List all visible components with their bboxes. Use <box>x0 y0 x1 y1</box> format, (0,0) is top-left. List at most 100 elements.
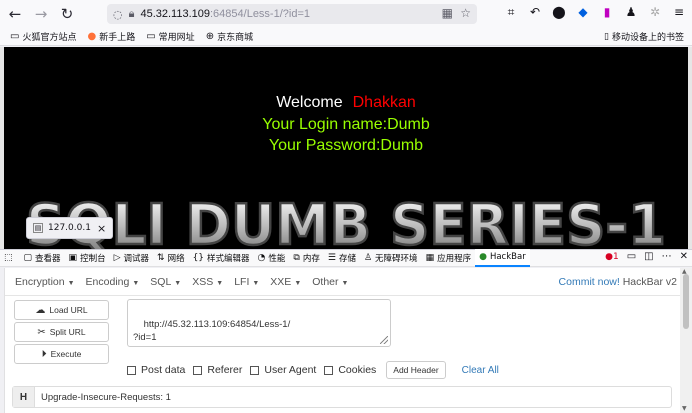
close-icon[interactable]: × <box>97 222 106 235</box>
menu-encryption[interactable]: Encryption ▼ <box>15 276 75 288</box>
post-data-checkbox[interactable]: Post data <box>127 364 185 376</box>
play-circle-icon: ⏵ <box>41 348 47 360</box>
tab-storage[interactable]: ☰ 存储 <box>324 249 360 267</box>
commit-link[interactable]: Commit now! <box>559 276 620 288</box>
responsive-design-icon[interactable]: ▭ <box>627 251 636 262</box>
pick-element-button[interactable]: ⬚ <box>0 249 20 267</box>
menu-xxe[interactable]: XXE ▼ <box>270 276 301 288</box>
header-value[interactable]: Upgrade-Insecure-Requests: 1 <box>35 392 171 403</box>
scroll-thumb[interactable] <box>683 274 689 329</box>
scissors-icon: ✂ <box>37 326 46 338</box>
user-agent-checkbox[interactable]: User Agent <box>250 364 316 376</box>
console-icon: ▣ <box>68 253 78 263</box>
login-name-text: Your Login name:Dumb <box>262 116 430 133</box>
bookmark-label: 新手上路 <box>99 33 136 43</box>
menu-icon[interactable]: ≡ <box>672 4 686 20</box>
checkbox-box[interactable] <box>127 365 136 375</box>
menu-lfi[interactable]: LFI ▼ <box>234 276 259 288</box>
menu-label: Encryption <box>15 275 65 288</box>
bookmark-item[interactable]: ▭ 火狐官方站点 <box>10 30 76 43</box>
load-url-button[interactable]: ☁ Load URL <box>14 300 109 320</box>
checkbox-box[interactable] <box>324 365 334 375</box>
welcome-name: Dhakkan <box>352 94 416 111</box>
tab-label: 样式编辑器 <box>207 254 250 264</box>
add-header-button[interactable]: Add Header <box>386 361 446 379</box>
request-header-row[interactable]: H Upgrade-Insecure-Requests: 1 <box>12 386 672 408</box>
menu-sql[interactable]: SQL ▼ <box>150 276 181 288</box>
caret-down-icon: ▼ <box>216 279 224 287</box>
tab-performance[interactable]: ◔ 性能 <box>254 249 290 267</box>
hackbar-options: Post data Referer User Agent Cookies Add… <box>127 361 499 379</box>
button-label: Load URL <box>49 305 88 315</box>
tab-label: 调试器 <box>123 254 150 264</box>
execute-button[interactable]: ⏵ Execute <box>14 344 109 364</box>
storage-icon: ☰ <box>327 253 336 263</box>
qr-code-icon[interactable]: ▦ <box>442 6 453 20</box>
checkbox-box[interactable] <box>250 365 260 375</box>
error-icon: ● <box>605 251 613 262</box>
hackbar-icon: ● <box>479 252 487 262</box>
url-bar[interactable]: ◌ 🔒︎ 45.32.113.109:64854/Less-1/?id=1 ▦ … <box>107 4 477 24</box>
puzzle-icon[interactable]: ✲ <box>648 4 662 20</box>
undo-icon[interactable]: ↶ <box>528 4 542 20</box>
button-label: Split URL <box>49 327 86 337</box>
bookmark-item[interactable]: ⊕ 京东商城 <box>206 30 253 43</box>
tab-hackbar[interactable]: ● HackBar <box>475 249 530 267</box>
extension-icon[interactable]: ⌗ <box>504 4 518 20</box>
back-arrow-icon[interactable]: ← <box>4 3 26 25</box>
menu-encoding[interactable]: Encoding ▼ <box>86 276 140 288</box>
tab-accessibility[interactable]: ♙ 无障碍环境 <box>360 249 422 267</box>
tab-inspector[interactable]: ▢ 查看器 <box>20 249 65 267</box>
caret-down-icon: ▼ <box>341 279 349 287</box>
user-icon[interactable]: ♟ <box>624 4 638 20</box>
commit-info: Commit now! HackBar v2 <box>559 276 677 288</box>
lock-icon[interactable]: 🔒︎ <box>129 7 135 21</box>
menu-other[interactable]: Other ▼ <box>312 276 348 288</box>
button-label: Execute <box>50 349 82 359</box>
firefox-icon: ● <box>87 31 97 42</box>
tab-debugger[interactable]: ▷ 调试器 <box>110 249 153 267</box>
url-textarea[interactable]: http://45.32.113.109:64854/Less-1/ ?id=1 <box>127 299 391 347</box>
tab-memory[interactable]: ⧉ 内存 <box>289 249 323 267</box>
folder-icon: ▭ <box>10 31 20 42</box>
style-editor-icon: {} <box>192 253 205 263</box>
menu-label: XSS <box>192 275 214 288</box>
page-scrollbar[interactable] <box>688 47 692 249</box>
application-icon: ▦ <box>425 253 435 263</box>
forward-arrow-icon[interactable]: → <box>30 3 52 25</box>
banner-text: SQLI DUMB SERIES-1 <box>26 194 666 249</box>
menu-xss[interactable]: XSS ▼ <box>192 276 223 288</box>
checkbox-box[interactable] <box>193 365 203 375</box>
bookmark-item[interactable]: ▭ 常用网址 <box>146 30 194 43</box>
resize-grip-icon[interactable] <box>380 336 388 344</box>
toolbar-extensions: ⌗ ↶ ⬤ ◆ ▮ ♟ ✲ ≡ <box>504 4 686 20</box>
close-devtools-icon[interactable]: ✕ <box>680 251 688 262</box>
menu-label: Other <box>312 275 339 288</box>
tab-style-editor[interactable]: {} 样式编辑器 <box>189 249 254 267</box>
addon-icon[interactable]: ◆ <box>576 4 590 20</box>
url-text[interactable]: 45.32.113.109:64854/Less-1/?id=1 <box>140 8 310 20</box>
tab-console[interactable]: ▣ 控制台 <box>65 249 110 267</box>
bookmark-label: 常用网址 <box>158 33 195 43</box>
tab-application[interactable]: ▦ 应用程序 <box>422 249 476 267</box>
split-url-button[interactable]: ✂ Split URL <box>14 322 109 342</box>
shield-icon[interactable]: ◌ <box>113 8 123 21</box>
devtools-scrollbar[interactable]: ▲ ▼ <box>680 268 692 413</box>
tab-label: 查看器 <box>35 254 61 264</box>
dock-icon[interactable]: ◫ <box>644 251 653 262</box>
record-icon[interactable]: ⬤ <box>552 4 566 20</box>
referer-checkbox[interactable]: Referer <box>193 364 242 376</box>
tab-network[interactable]: ⇅ 网络 <box>153 249 189 267</box>
memory-icon: ⧉ <box>293 253 300 263</box>
mobile-bookmarks[interactable]: ▯ 移动设备上的书签 <box>604 30 684 44</box>
clear-all-link[interactable]: Clear All <box>462 365 499 376</box>
cookies-checkbox[interactable]: Cookies <box>324 364 376 376</box>
bookmark-star-icon[interactable]: ☆ <box>460 6 471 20</box>
error-badge[interactable]: ● 1 <box>605 252 619 262</box>
more-options-icon[interactable]: ⋯ <box>662 251 672 262</box>
bookmark-item[interactable]: ● 新手上路 <box>87 30 135 43</box>
hackbar-extension-icon[interactable]: ▮ <box>600 4 614 20</box>
scroll-down-icon[interactable]: ▼ <box>682 405 687 412</box>
url-host: 45.32.113.109 <box>140 8 210 20</box>
reload-icon[interactable]: ↻ <box>56 3 78 25</box>
